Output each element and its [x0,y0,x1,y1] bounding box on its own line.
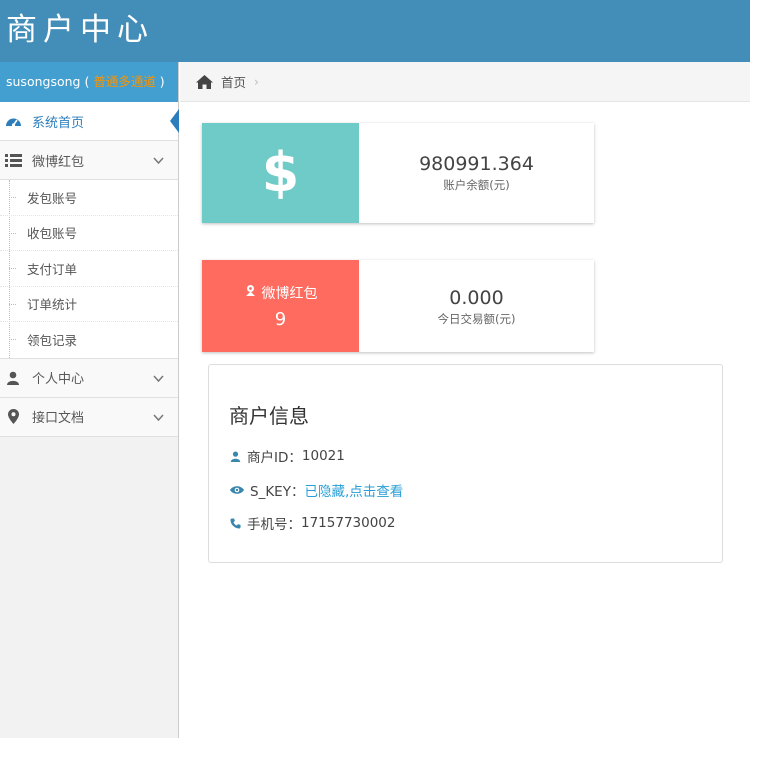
today-trade-value: 0.000 [449,287,504,309]
breadcrumb: 首页 › [180,62,750,102]
sidebar-item-label: 接口文档 [32,411,85,426]
user-close-paren: ) [155,74,165,89]
submenu-item-receive-account[interactable]: 收包账号 [0,216,178,251]
dashboard-icon [3,114,23,128]
sidebar-item-label: 系统首页 [32,115,85,131]
merchant-info-card: 商户信息 商户ID： 10021 S_KEY： 已隐藏,点击查看 手机号： 17… [208,364,723,563]
reveal-skey-link[interactable]: 已隐藏,点击查看 [304,480,403,500]
phone-icon [230,517,244,529]
phone-row: 手机号： 17157730002 [230,513,395,533]
balance-value-panel: 980991.364 账户余额(元) [359,123,594,223]
phone-value: 17157730002 [301,515,396,531]
home-icon[interactable] [196,74,213,89]
weibo-icon [244,284,257,301]
sidebar-item-label: 微博红包 [32,154,85,170]
merchant-id-row: 商户ID： 10021 [230,446,345,466]
card-title: 商户信息 [229,404,309,428]
submenu-item-payment-orders[interactable]: 支付订单 [0,251,178,287]
merchant-id-value: 10021 [301,448,345,464]
username: susongsong [6,74,81,89]
top-header: 商户中心 [0,0,750,62]
merchant-id-label: 商户ID： [247,450,302,466]
map-marker-icon [3,409,23,424]
balance-label: 账户余额(元) [443,178,510,192]
skey-label: S_KEY： [250,484,305,500]
redpack-title-row: 微博红包 [244,283,318,303]
weibo-redpack-submenu: 发包账号 收包账号 支付订单 订单统计 领包记录 [0,180,178,359]
sidebar-item-personal-center[interactable]: 个人中心 [0,358,178,398]
user-open-paren: ( [80,74,94,89]
active-pointer [170,109,179,133]
user-level: 普通多通道 [93,74,156,89]
redpack-panel[interactable]: 微博红包 9 [202,260,359,352]
dollar-icon: $ [261,141,300,204]
phone-label: 手机号： [247,517,301,533]
app-title: 商户中心 [6,12,154,48]
chevron-down-icon [153,154,164,169]
user-icon [230,451,244,462]
balance-value: 980991.364 [419,153,534,175]
redpack-value-panel: 0.000 今日交易额(元) [359,260,594,352]
submenu-item-order-stats[interactable]: 订单统计 [0,287,178,322]
redpack-stat-box: 微博红包 9 0.000 今日交易额(元) [202,260,594,352]
breadcrumb-separator: › [254,74,260,89]
sidebar-item-weibo-redpack[interactable]: 微博红包 [0,141,178,180]
skey-row: S_KEY： 已隐藏,点击查看 [230,480,403,500]
sidebar-item-label: 个人中心 [32,372,85,387]
breadcrumb-home-link[interactable]: 首页 [221,72,246,91]
user-info-bar: susongsong ( 普通多通道 ) [0,62,178,102]
user-icon [3,371,23,385]
redpack-count: 9 [274,308,287,330]
sidebar-item-api-docs[interactable]: 接口文档 [0,397,178,437]
sidebar: susongsong ( 普通多通道 ) 系统首页 微博红包 发包账号 收包账号… [0,62,179,738]
chevron-down-icon [153,411,164,426]
list-icon [3,153,23,167]
balance-stat-box: $ 980991.364 账户余额(元) [202,123,594,223]
submenu-item-claim-records[interactable]: 领包记录 [0,322,178,358]
redpack-title: 微博红包 [261,285,318,302]
today-trade-label: 今日交易额(元) [437,312,516,326]
balance-icon-panel: $ [202,123,359,223]
eye-icon [230,485,247,495]
chevron-down-icon [153,372,164,387]
sidebar-item-dashboard[interactable]: 系统首页 [0,102,179,141]
submenu-item-send-account[interactable]: 发包账号 [0,180,178,216]
